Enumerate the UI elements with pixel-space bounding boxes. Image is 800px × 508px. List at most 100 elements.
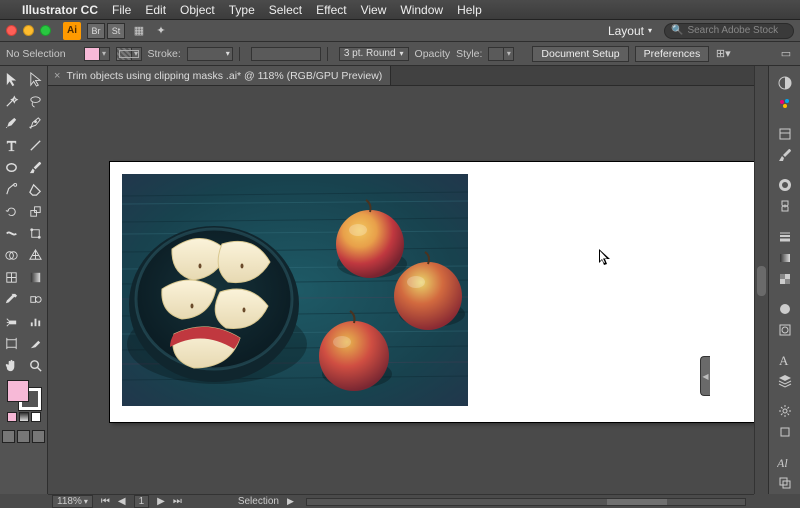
close-tab-icon[interactable]: × bbox=[54, 70, 60, 82]
zoom-level-field[interactable]: 118%▾ bbox=[52, 495, 93, 508]
character-panel-icon[interactable]: A bbox=[769, 349, 800, 371]
blend-tool[interactable] bbox=[24, 288, 48, 310]
selection-tool[interactable] bbox=[0, 68, 24, 90]
symbols-panel-icon[interactable] bbox=[769, 196, 800, 218]
magic-wand-tool[interactable] bbox=[0, 90, 24, 112]
menu-effect[interactable]: Effect bbox=[316, 3, 346, 17]
scrollbar-thumb[interactable] bbox=[757, 266, 766, 296]
bridge-button[interactable]: Br bbox=[87, 23, 105, 39]
stroke-panel-icon[interactable] bbox=[769, 225, 800, 247]
artboard-next-icon[interactable]: ▶ bbox=[157, 496, 165, 507]
preferences-button[interactable]: Preferences bbox=[635, 46, 710, 62]
type-tool[interactable] bbox=[0, 134, 24, 156]
pathfinder-panel-icon[interactable] bbox=[769, 472, 800, 494]
menu-help[interactable]: Help bbox=[457, 3, 482, 17]
graphic-styles-panel-icon[interactable] bbox=[769, 319, 800, 341]
lasso-tool[interactable] bbox=[24, 90, 48, 112]
document-tab[interactable]: × Trim objects using clipping masks .ai*… bbox=[48, 66, 391, 85]
rotate-tool[interactable] bbox=[0, 200, 24, 222]
draw-inside[interactable] bbox=[32, 430, 45, 443]
menu-view[interactable]: View bbox=[361, 3, 387, 17]
curvature-tool[interactable] bbox=[24, 112, 48, 134]
eyedropper-tool[interactable] bbox=[0, 288, 24, 310]
align-to-button[interactable]: ⊞▾ bbox=[715, 46, 731, 62]
color-mode-solid[interactable] bbox=[7, 412, 17, 422]
stock-button[interactable]: St bbox=[107, 23, 125, 39]
transparency-panel-icon[interactable] bbox=[769, 268, 800, 290]
scrollbar-thumb[interactable] bbox=[607, 499, 667, 505]
width-tool[interactable] bbox=[0, 222, 24, 244]
appearance-panel-icon[interactable] bbox=[769, 298, 800, 320]
panel-expand-handle[interactable] bbox=[700, 356, 710, 396]
shaper-tool[interactable] bbox=[0, 178, 24, 200]
draw-behind[interactable] bbox=[17, 430, 30, 443]
artboard-number-field[interactable]: 1 bbox=[134, 495, 150, 508]
menu-edit[interactable]: Edit bbox=[145, 3, 166, 17]
swatches-panel-icon[interactable] bbox=[769, 94, 800, 116]
perspective-grid-tool[interactable] bbox=[24, 244, 48, 266]
menu-file[interactable]: File bbox=[112, 3, 131, 17]
gradient-panel-icon[interactable] bbox=[769, 247, 800, 269]
placed-image[interactable] bbox=[122, 174, 468, 406]
artboard-prev-first-icon[interactable]: ⏮ bbox=[101, 496, 110, 507]
menu-type[interactable]: Type bbox=[229, 3, 255, 17]
window-close-button[interactable] bbox=[6, 25, 17, 36]
libraries-panel-icon[interactable] bbox=[769, 123, 800, 145]
slice-tool[interactable] bbox=[24, 332, 48, 354]
horizontal-scrollbar[interactable] bbox=[306, 498, 746, 506]
mesh-tool[interactable] bbox=[0, 266, 24, 288]
vertical-scrollbar[interactable] bbox=[754, 66, 768, 494]
document-setup-button[interactable]: Document Setup bbox=[532, 46, 628, 62]
transform-panel-icon[interactable]: ▭ bbox=[778, 46, 794, 62]
gradient-tool[interactable] bbox=[24, 266, 48, 288]
artboard-tool[interactable] bbox=[0, 332, 24, 354]
workspace-switcher[interactable]: Layout▾ bbox=[602, 22, 658, 40]
asset-export-panel-icon[interactable] bbox=[769, 400, 800, 422]
menu-window[interactable]: Window bbox=[400, 3, 443, 17]
eraser-tool[interactable] bbox=[24, 178, 48, 200]
canvas-viewport[interactable] bbox=[48, 86, 754, 494]
pen-tool[interactable] bbox=[0, 112, 24, 134]
symbol-sprayer-tool[interactable] bbox=[0, 310, 24, 332]
direct-selection-tool[interactable] bbox=[24, 68, 48, 90]
cc-libraries-icon[interactable] bbox=[769, 174, 800, 196]
color-panel-icon[interactable] bbox=[769, 72, 800, 94]
artboard-next-last-icon[interactable]: ⏭ bbox=[173, 496, 182, 507]
artboards-panel-icon[interactable] bbox=[769, 421, 800, 443]
scale-tool[interactable] bbox=[24, 200, 48, 222]
opacity-label[interactable]: Opacity bbox=[415, 48, 451, 60]
app-menu[interactable]: Illustrator CC bbox=[22, 3, 98, 17]
align-panel-icon[interactable]: Al bbox=[769, 451, 800, 473]
shape-builder-tool[interactable] bbox=[0, 244, 24, 266]
zoom-tool[interactable] bbox=[24, 354, 48, 376]
color-mode-none[interactable] bbox=[31, 412, 41, 422]
artboard[interactable] bbox=[110, 162, 754, 422]
variable-width-profile[interactable] bbox=[251, 47, 321, 61]
graphic-style-swatch[interactable]: ▾ bbox=[488, 47, 514, 61]
paintbrush-tool[interactable] bbox=[24, 156, 48, 178]
fill-indicator[interactable] bbox=[7, 380, 29, 402]
stroke-weight-input[interactable]: ▾ bbox=[187, 47, 233, 61]
search-adobe-stock-input[interactable]: 🔍 Search Adobe Stock bbox=[664, 23, 794, 39]
free-transform-tool[interactable] bbox=[24, 222, 48, 244]
brushes-panel-icon[interactable] bbox=[769, 145, 800, 167]
window-zoom-button[interactable] bbox=[40, 25, 51, 36]
fill-stroke-indicator[interactable] bbox=[7, 380, 41, 410]
color-mode-gradient[interactable] bbox=[19, 412, 29, 422]
stroke-color-swatch[interactable]: ▾ bbox=[116, 47, 142, 61]
layers-panel-icon[interactable] bbox=[769, 370, 800, 392]
ellipse-tool[interactable] bbox=[0, 156, 24, 178]
arrange-documents-button[interactable]: ▦ bbox=[131, 23, 147, 39]
gpu-button[interactable]: ✦ bbox=[153, 23, 169, 39]
column-graph-tool[interactable] bbox=[24, 310, 48, 332]
menu-object[interactable]: Object bbox=[180, 3, 215, 17]
fill-color-swatch[interactable]: ▾ bbox=[84, 47, 110, 61]
window-minimize-button[interactable] bbox=[23, 25, 34, 36]
status-menu-chevron[interactable]: ▶ bbox=[287, 496, 294, 507]
line-segment-tool[interactable] bbox=[24, 134, 48, 156]
hand-tool[interactable] bbox=[0, 354, 24, 376]
artboard-prev-icon[interactable]: ◀ bbox=[118, 496, 126, 507]
menu-select[interactable]: Select bbox=[269, 3, 302, 17]
brush-definition-dropdown[interactable]: 3 pt. Round▾ bbox=[339, 47, 409, 61]
draw-normal[interactable] bbox=[2, 430, 15, 443]
